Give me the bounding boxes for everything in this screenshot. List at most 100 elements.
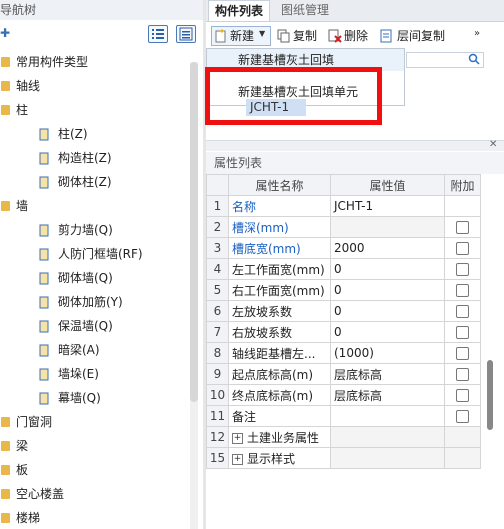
property-row[interactable]: 12 + 土建业务属性 xyxy=(206,426,481,448)
property-value-cell[interactable]: 0 xyxy=(330,258,445,280)
property-row[interactable]: 3 槽底宽(mm) 2000 xyxy=(206,237,481,259)
tab-component-list[interactable]: 构件列表 xyxy=(208,0,270,21)
extra-checkbox[interactable] xyxy=(456,305,469,318)
expand-icon[interactable]: + xyxy=(232,432,243,444)
property-name-cell: 起点底标高(m) xyxy=(228,363,331,385)
property-value-cell[interactable] xyxy=(330,405,445,427)
delete-button[interactable]: 删除 xyxy=(344,24,368,48)
close-icon[interactable]: ✕ xyxy=(489,139,497,150)
extra-checkbox[interactable] xyxy=(456,368,469,381)
tree-component-item[interactable]: 构造柱(Z) xyxy=(0,146,190,170)
property-row[interactable]: 7 右放坡系数 0 xyxy=(206,321,481,343)
property-value-cell[interactable]: 0 xyxy=(330,300,445,322)
row-number: 10 xyxy=(206,384,229,406)
panel-splitter[interactable]: ✕ xyxy=(206,139,504,151)
tree-category-item[interactable]: 常用构件类型 xyxy=(0,50,190,74)
property-value-cell[interactable]: 层底标高 xyxy=(330,384,445,406)
tree-item-label: 墙垛(E) xyxy=(58,367,99,381)
extra-cell xyxy=(444,405,481,427)
extra-checkbox[interactable] xyxy=(456,242,469,255)
row-number: 9 xyxy=(206,363,229,385)
row-number: 2 xyxy=(206,216,229,238)
tree-component-item[interactable]: 保温墙(Q) xyxy=(0,314,190,338)
construction-column-icon xyxy=(37,150,51,165)
tree-category-item[interactable]: 板 xyxy=(0,458,190,482)
property-value-cell[interactable]: 0 xyxy=(330,279,445,301)
extra-checkbox[interactable] xyxy=(456,263,469,276)
property-value-cell[interactable]: JCHT-1 xyxy=(330,195,445,217)
property-row[interactable]: 10 终点底标高(m) 层底标高 xyxy=(206,384,481,406)
property-value-cell[interactable]: 0 xyxy=(330,321,445,343)
tree-item-label: 幕墙(Q) xyxy=(58,391,101,405)
property-row[interactable]: 1 名称 JCHT-1 xyxy=(206,195,481,217)
list-view-button[interactable] xyxy=(148,25,168,43)
masonry-reinforcement-icon xyxy=(37,294,51,309)
property-row[interactable]: 11 备注 xyxy=(206,405,481,427)
tree-item-label: 楼梯 xyxy=(16,511,41,525)
extra-checkbox[interactable] xyxy=(456,221,469,234)
property-name-cell: 右放坡系数 xyxy=(228,321,331,343)
tree-component-item[interactable]: 砌体加筋(Y) xyxy=(0,290,190,314)
tree-item-label: 构造柱(Z) xyxy=(58,151,112,165)
tree-category-item[interactable]: 门窗洞 xyxy=(0,410,190,434)
tree-component-item[interactable]: 人防门框墙(RF) xyxy=(0,242,190,266)
new-dropdown-arrow-icon[interactable]: ▼ xyxy=(259,29,265,38)
tree-component-item[interactable]: 墙垛(E) xyxy=(0,362,190,386)
copy-button[interactable]: 复制 xyxy=(293,24,317,48)
property-list-title: 属性列表 xyxy=(214,156,263,170)
extra-cell xyxy=(444,321,481,343)
property-name-cell: 槽底宽(mm) xyxy=(228,237,331,259)
expand-icon[interactable]: + xyxy=(232,453,243,465)
property-name: 起点底标高(m) xyxy=(232,367,314,382)
tree-category-item[interactable]: 轴线 xyxy=(0,74,190,98)
property-row[interactable]: 4 左工作面宽(mm) 0 xyxy=(206,258,481,280)
folder-icon xyxy=(1,57,10,67)
property-value-cell[interactable] xyxy=(330,216,445,238)
extra-checkbox[interactable] xyxy=(456,347,469,360)
property-value-cell[interactable]: 层底标高 xyxy=(330,363,445,385)
tree-category-item[interactable]: 空心楼盖 xyxy=(0,482,190,506)
property-name-cell: 左工作面宽(mm) xyxy=(228,258,331,280)
tree-category-item[interactable]: 楼梯 xyxy=(0,506,190,529)
tree-component-item[interactable]: 剪力墙(Q) xyxy=(0,218,190,242)
property-row[interactable]: 9 起点底标高(m) 层底标高 xyxy=(206,363,481,385)
more-tools-icon[interactable]: » xyxy=(474,28,480,39)
property-row[interactable]: 5 右工作面宽(mm) 0 xyxy=(206,279,481,301)
extra-checkbox[interactable] xyxy=(456,326,469,339)
tree-component-item[interactable]: 柱(Z) xyxy=(0,122,190,146)
property-scrollbar-thumb[interactable] xyxy=(487,360,493,430)
tree-item-label: 暗梁(A) xyxy=(58,343,100,357)
tree-category-item[interactable]: 梁 xyxy=(0,434,190,458)
property-value: 0 xyxy=(334,283,342,297)
property-value-cell[interactable] xyxy=(330,426,445,448)
search-icon[interactable] xyxy=(468,53,480,65)
property-value-cell[interactable] xyxy=(330,447,445,469)
tree-component-item[interactable]: 暗梁(A) xyxy=(0,338,190,362)
property-row[interactable]: 15 + 显示样式 xyxy=(206,447,481,469)
nav-scrollbar-thumb[interactable] xyxy=(190,62,198,402)
tree-component-item[interactable]: 砌体柱(Z) xyxy=(0,170,190,194)
tree-component-item[interactable]: 幕墙(Q) xyxy=(0,386,190,410)
extra-checkbox[interactable] xyxy=(456,389,469,402)
property-name-cell: 右工作面宽(mm) xyxy=(228,279,331,301)
tree-item-label: 空心楼盖 xyxy=(16,487,65,501)
tree-category-item[interactable]: 墙 xyxy=(0,194,190,218)
expand-all-icon[interactable]: ✚ xyxy=(0,26,12,40)
tree-component-item[interactable]: 砌体墙(Q) xyxy=(0,266,190,290)
floor-copy-icon xyxy=(380,29,394,43)
property-name: 槽深(mm) xyxy=(232,220,289,235)
detail-view-button[interactable] xyxy=(176,25,196,43)
property-row[interactable]: 6 左放坡系数 0 xyxy=(206,300,481,322)
civil-defense-door-wall-icon xyxy=(37,246,51,261)
property-value: 0 xyxy=(334,325,342,339)
property-row[interactable]: 8 轴线距基槽左... (1000) xyxy=(206,342,481,364)
extra-cell xyxy=(444,426,481,448)
extra-checkbox[interactable] xyxy=(456,284,469,297)
extra-checkbox[interactable] xyxy=(456,410,469,423)
tab-drawing-management[interactable]: 图纸管理 xyxy=(272,0,338,21)
tree-category-item[interactable]: 柱 xyxy=(0,98,190,122)
property-value-cell[interactable]: 2000 xyxy=(330,237,445,259)
property-value-cell[interactable]: (1000) xyxy=(330,342,445,364)
property-row[interactable]: 2 槽深(mm) xyxy=(206,216,481,238)
floor-copy-button[interactable]: 层间复制 xyxy=(397,24,445,48)
